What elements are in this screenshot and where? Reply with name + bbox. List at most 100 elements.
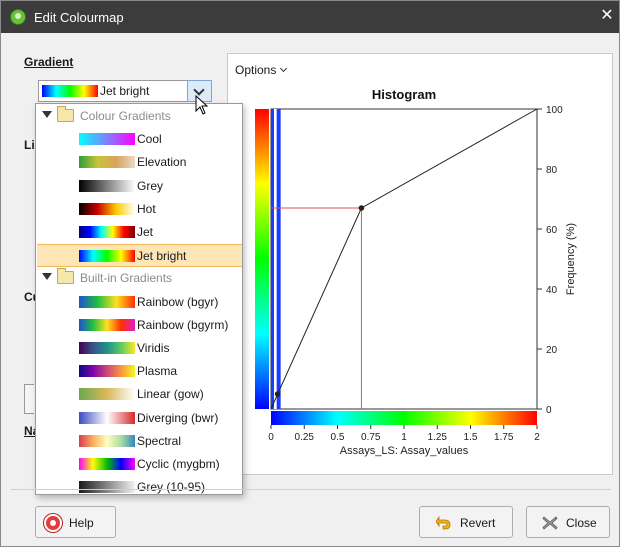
footer-separator — [11, 489, 611, 490]
help-button[interactable]: Help — [35, 506, 116, 538]
gradient-option-label: Jet — [137, 225, 154, 239]
selected-gradient-swatch — [42, 85, 98, 97]
x-tick-label: 0 — [268, 432, 274, 443]
gradient-option[interactable]: Grey (10-95) — [37, 476, 242, 499]
x-tick-label: 0.25 — [295, 432, 315, 443]
x-tick-label: 1.75 — [494, 432, 514, 443]
chevron-down-icon — [193, 84, 205, 96]
gradient-option[interactable]: Cool — [37, 128, 242, 151]
x-tick-label: 0.5 — [331, 432, 345, 443]
gradient-option[interactable]: Grey — [37, 175, 242, 198]
gradient-swatch — [79, 156, 135, 169]
gradient-option[interactable]: Diverging (bwr) — [37, 407, 242, 430]
expand-triangle-icon[interactable] — [42, 273, 52, 281]
y-axis-label: Frequency (%) — [565, 223, 577, 295]
chart-title: Histogram — [372, 87, 436, 102]
gradient-swatch — [79, 458, 135, 470]
gradient-option-label: Elevation — [137, 155, 187, 170]
gradient-option[interactable]: Cyclic (mygbm) — [37, 453, 242, 476]
gradient-option-label: Plasma — [137, 364, 178, 379]
histogram-chart: Histogram 0 20 40 60 80 100 Frequency (%) 0 0.25 0… — [255, 87, 577, 457]
gradient-group-label: Built-in Gradients — [80, 271, 173, 286]
lifebuoy-icon — [44, 514, 62, 532]
y-tick-label: 100 — [546, 105, 563, 116]
data-point — [274, 391, 281, 397]
folder-icon — [57, 268, 74, 285]
gradient-option[interactable]: Jet bright — [37, 244, 242, 268]
y-tick-label: 80 — [546, 165, 558, 176]
title-bar: Edit Colourmap ✕ — [1, 1, 619, 33]
expand-triangle-icon[interactable] — [42, 111, 52, 118]
edit-colourmap-dialog: Edit Colourmap ✕ Gradient Lin Cu Na Jet … — [0, 0, 620, 547]
gradient-option[interactable]: Linear (gow) — [37, 383, 242, 406]
close-x-icon — [542, 516, 558, 530]
app-icon — [10, 9, 26, 25]
x-axis-label: Assays_LS: Assay_values — [340, 445, 469, 457]
x-tick-label: 1 — [401, 432, 407, 443]
gradient-swatch — [79, 179, 135, 192]
x-tick-label: 1.5 — [464, 432, 478, 443]
gradient-swatch — [79, 133, 135, 146]
revert-arrow-icon — [436, 515, 451, 530]
gradient-swatch — [79, 226, 135, 238]
gradient-option-label: Rainbow (bgyrm) — [137, 317, 229, 332]
selected-gradient-value: Jet bright — [100, 84, 150, 98]
folder-icon — [57, 106, 74, 122]
gradient-swatch — [79, 295, 135, 308]
gradient-option-label: Grey (10-95) — [137, 480, 206, 495]
close-button-label: Close — [566, 516, 597, 530]
data-point — [358, 205, 365, 211]
gradient-combobox[interactable]: Jet bright — [38, 80, 212, 102]
gradient-option-label: Hot — [137, 201, 156, 216]
plot-frame — [270, 108, 538, 410]
gradient-option[interactable]: Viridis — [37, 337, 242, 360]
histogram-bar-inner — [274, 109, 277, 409]
gradient-option-label: Jet bright — [137, 249, 187, 264]
gradient-swatch — [79, 202, 135, 215]
help-button-label: Help — [69, 516, 94, 530]
gradient-swatch — [79, 318, 135, 331]
gradient-dropdown-list: Colour Gradients Cool Elevation Grey Hot Jet J… — [35, 103, 243, 495]
revert-button[interactable]: Revert — [419, 506, 513, 538]
y-tick-label: 0 — [546, 405, 552, 416]
window-title: Edit Colourmap — [34, 10, 124, 25]
gradient-option-label: Linear (gow) — [137, 387, 204, 402]
close-window-button[interactable]: ✕ — [599, 7, 615, 25]
gradient-option[interactable]: Spectral — [37, 430, 242, 453]
mouse-cursor-icon — [195, 95, 209, 115]
gradient-option-label: Cool — [137, 132, 162, 147]
gradient-option[interactable]: Plasma — [37, 360, 242, 383]
gradient-option[interactable]: Elevation — [37, 151, 242, 174]
gradient-swatch — [79, 388, 135, 401]
y-tick-label: 20 — [546, 345, 558, 356]
gradient-swatch — [79, 481, 135, 494]
gradient-swatch — [79, 411, 135, 424]
gradient-swatch — [79, 434, 135, 447]
gradient-option-label: Viridis — [137, 341, 170, 355]
x-tick-label: 1.25 — [428, 432, 448, 443]
gradient-option-label: Cyclic (mygbm) — [137, 457, 220, 471]
gradient-swatch — [79, 365, 135, 378]
gradient-option-label: Rainbow (bgyr) — [137, 294, 219, 309]
vertical-colour-bar — [255, 109, 269, 409]
x-tick-label: 2 — [534, 432, 540, 443]
gradient-option[interactable]: Rainbow (bgyrm) — [37, 314, 242, 337]
gradient-label: Gradient — [24, 55, 74, 69]
gradient-option-label: Grey — [137, 178, 164, 193]
y-tick-label: 40 — [546, 285, 558, 296]
gradient-group-header[interactable]: Built-in Gradients — [37, 267, 242, 290]
gradient-option[interactable]: Rainbow (bgyr) — [37, 291, 242, 314]
y-tick-label: 60 — [546, 225, 558, 236]
gradient-option[interactable]: Hot — [37, 198, 242, 221]
x-tick-label: 0.75 — [361, 432, 381, 443]
gradient-group-label: Colour Gradients — [80, 109, 171, 123]
gradient-option-label: Diverging (bwr) — [137, 410, 219, 425]
gradient-swatch — [79, 342, 135, 354]
revert-button-label: Revert — [460, 516, 496, 530]
gradient-swatch — [79, 250, 135, 263]
gradient-option[interactable]: Jet — [37, 221, 242, 244]
gradient-group-header[interactable]: Colour Gradients — [37, 105, 242, 128]
left-panel-button[interactable] — [24, 384, 34, 414]
close-button[interactable]: Close — [526, 506, 610, 538]
gradient-option-label: Spectral — [137, 433, 182, 448]
